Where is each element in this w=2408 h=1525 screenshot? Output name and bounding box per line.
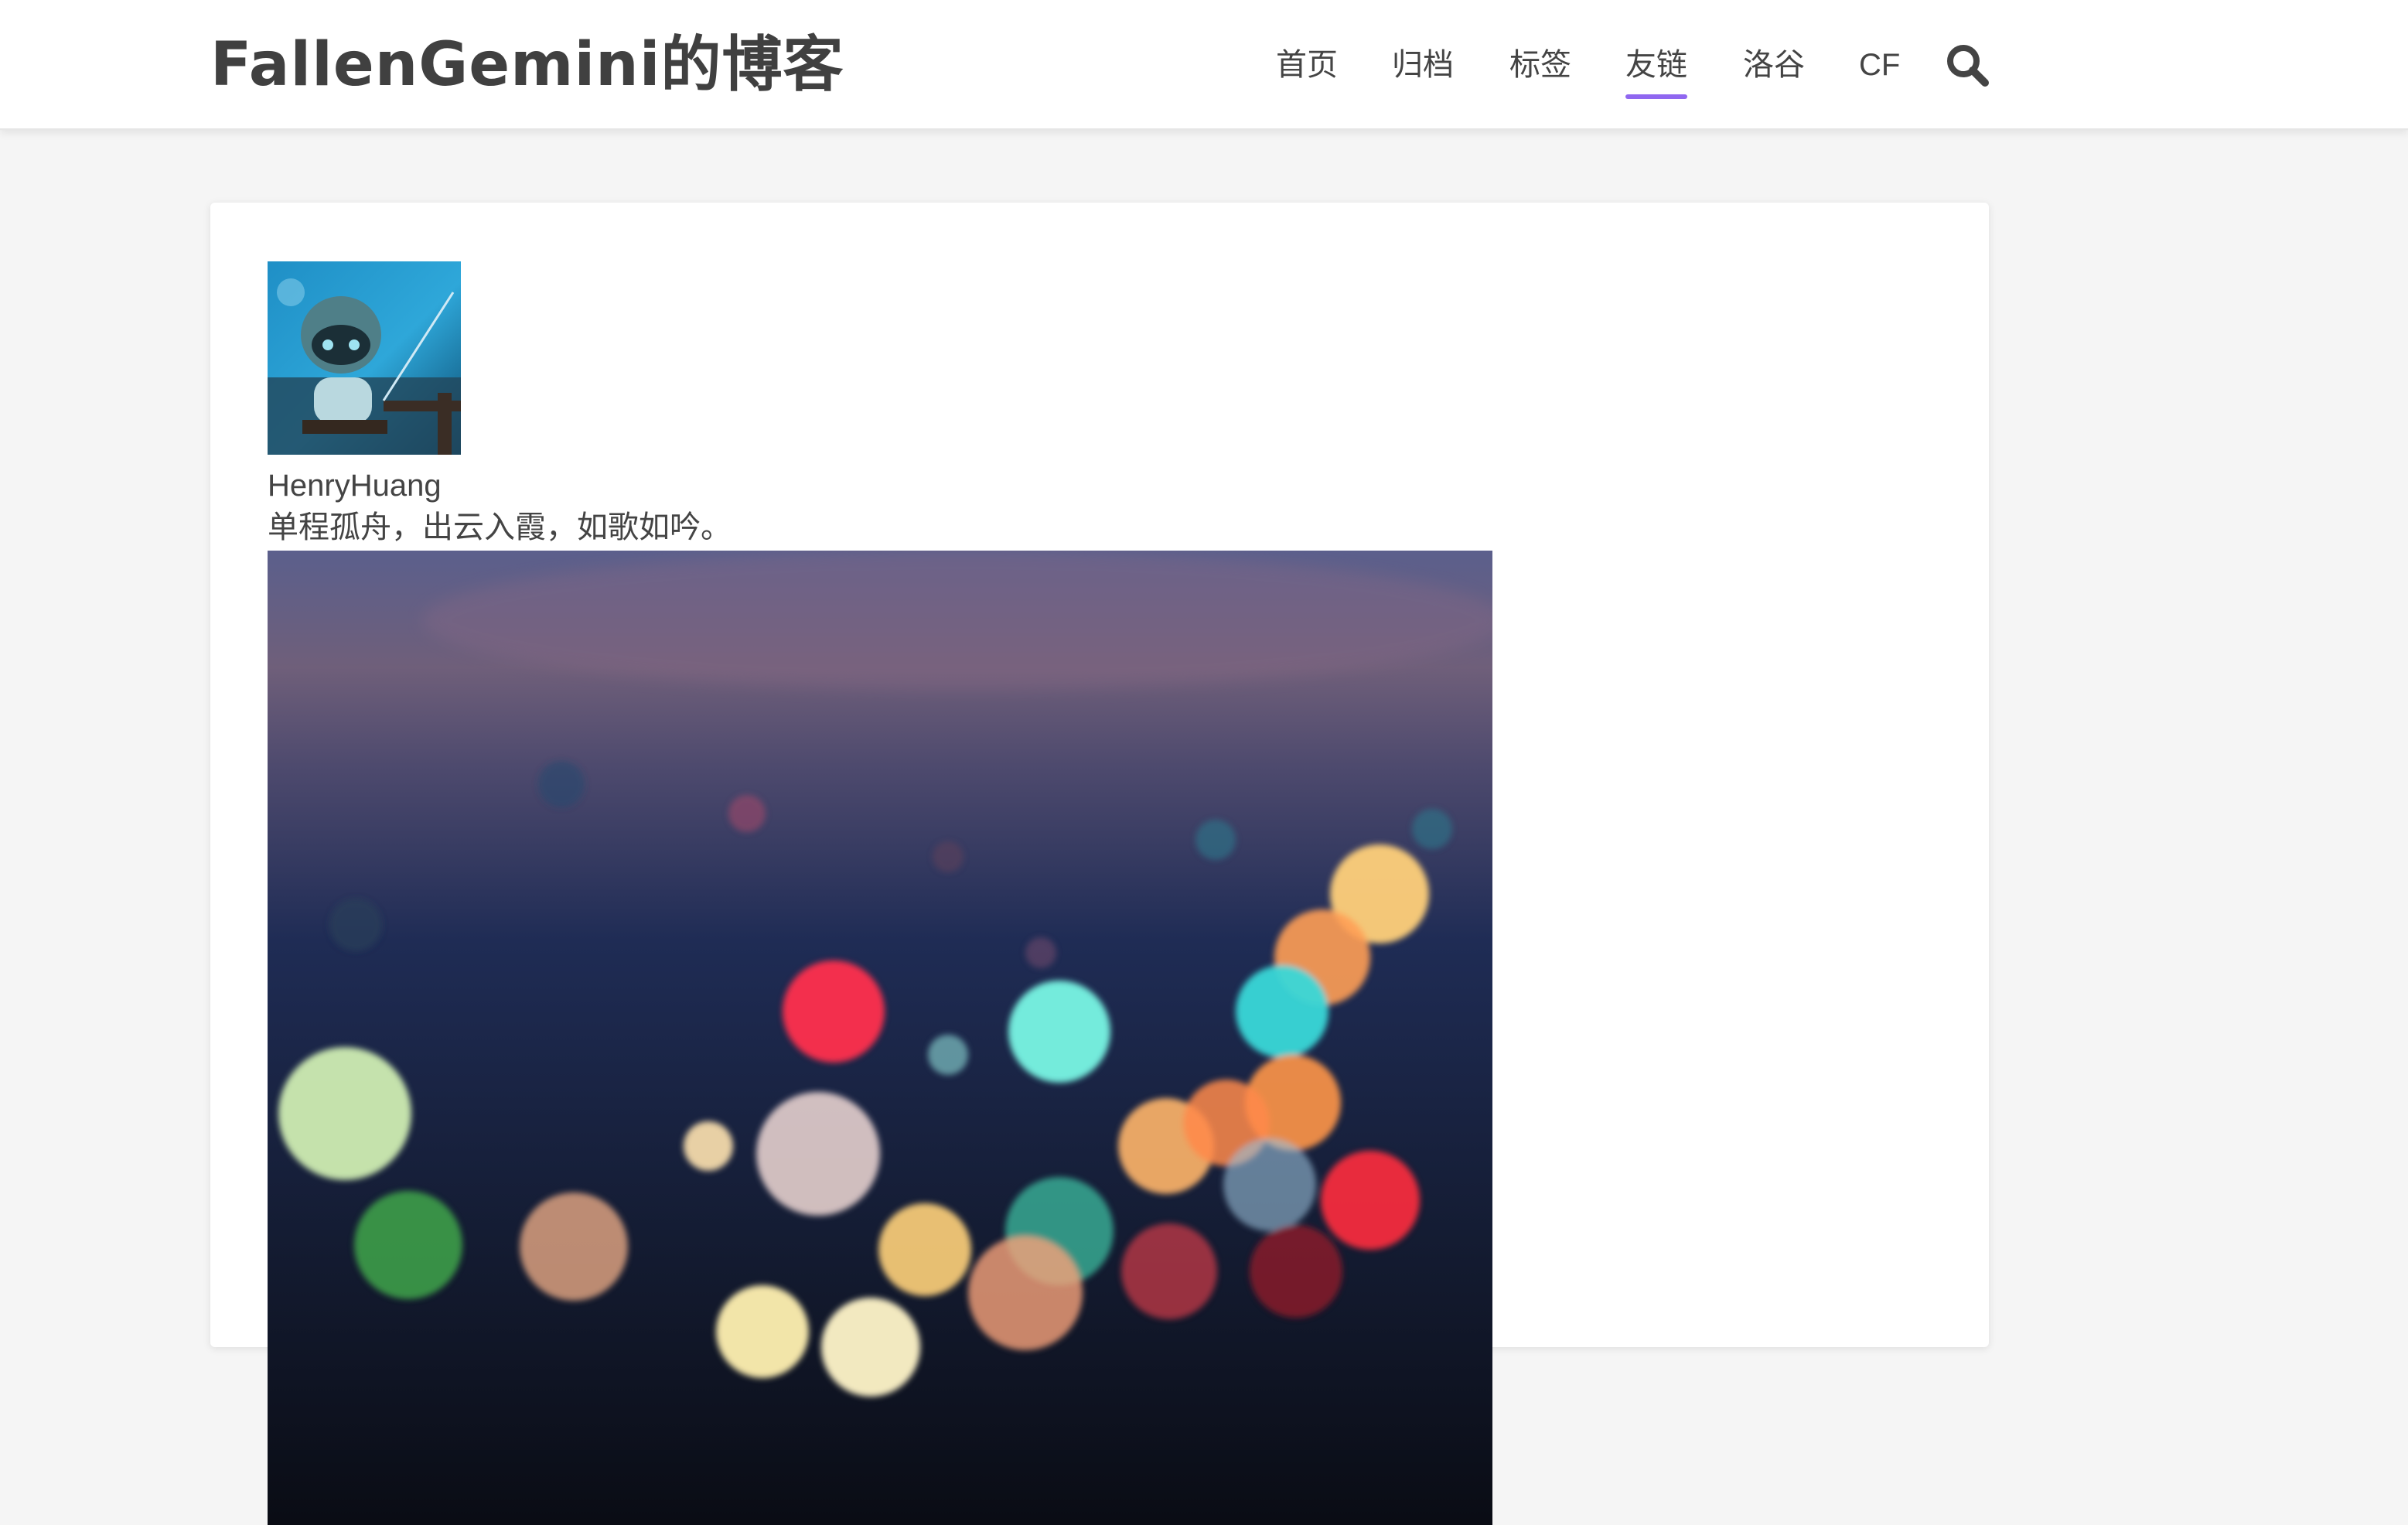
nav-luogu[interactable]: 洛谷: [1743, 43, 1805, 90]
site-header: FallenGemini的博客 首页 归档 标签 友链 洛谷 CF: [0, 0, 2408, 130]
nav-home[interactable]: 首页: [1276, 43, 1338, 90]
friend-description: 单程孤舟，出云入霞，如歌如吟。: [268, 510, 732, 544]
site-title[interactable]: FallenGemini的博客: [210, 26, 844, 104]
nav-codeforces[interactable]: CF: [1859, 43, 1900, 90]
friend-name[interactable]: HenryHuang: [268, 466, 442, 506]
search-icon[interactable]: [1944, 42, 1990, 88]
nav-friends[interactable]: 友链: [1625, 43, 1687, 99]
nav-archive[interactable]: 归档: [1392, 43, 1454, 90]
friend-cover-image: [268, 551, 1492, 1525]
nav-tags[interactable]: 标签: [1509, 43, 1571, 90]
friend-link-card: HenryHuang 单程孤舟，出云入霞，如歌如吟。: [210, 203, 1989, 1525]
avatar[interactable]: [268, 261, 461, 455]
